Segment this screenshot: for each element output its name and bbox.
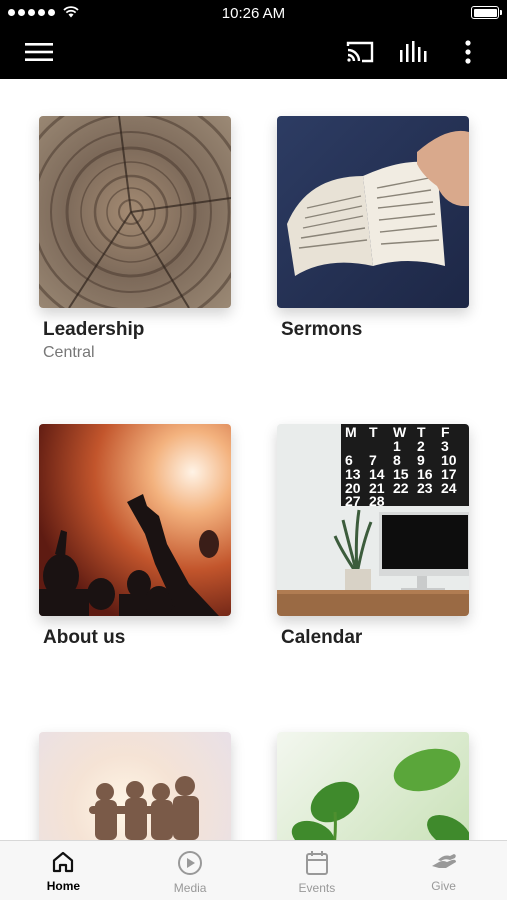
play-circle-icon	[178, 851, 203, 875]
tile-title: Calendar	[281, 627, 363, 648]
worship-concert-photo	[39, 424, 231, 616]
tile-calendar[interactable]: MTWTF 123 6 7 8 9 10 13 14 15 16 17 20 21 22 23 24 2…	[277, 424, 469, 649]
home-icon	[53, 851, 74, 873]
svg-text:22: 22	[393, 480, 409, 496]
more-options-button[interactable]	[456, 38, 480, 66]
menu-button[interactable]	[20, 38, 58, 66]
tile-title: Sermons	[281, 319, 363, 340]
tab-label: Events	[298, 881, 336, 895]
svg-text:28: 28	[369, 493, 385, 509]
tab-label: Home	[46, 879, 81, 893]
giving-hand-icon	[431, 854, 456, 868]
tree-rings-photo	[39, 116, 231, 308]
tile-sermons[interactable]: Sermons	[277, 116, 469, 341]
cast-button[interactable]	[343, 38, 377, 66]
hamburger-menu-icon	[25, 43, 53, 61]
calendar-icon	[305, 851, 328, 875]
audio-bars-icon	[400, 41, 427, 62]
open-bible-photo	[277, 116, 469, 308]
tile-subtitle: Central	[43, 344, 95, 361]
tab-label: Media	[173, 881, 207, 895]
tile-community[interactable]	[39, 732, 231, 840]
desk-calendar-photo: MTWTF 123 6 7 8 9 10 13 14 15 16 17 20 21 22 23 24 2…	[277, 424, 469, 616]
svg-text:23: 23	[417, 480, 433, 496]
battery-icon	[471, 6, 502, 19]
svg-text:T: T	[369, 424, 378, 440]
green-plant-photo	[277, 732, 469, 840]
friends-sunset-photo	[39, 732, 231, 840]
tile-about-us[interactable]: About us	[39, 424, 231, 649]
app-bar	[0, 26, 507, 79]
more-vertical-icon	[465, 40, 471, 64]
cast-icon	[346, 41, 374, 63]
tile-growth[interactable]	[277, 732, 469, 840]
svg-text:24: 24	[441, 480, 457, 496]
svg-text:M: M	[345, 424, 357, 440]
tab-media[interactable]: Media	[127, 841, 254, 900]
tile-title: About us	[43, 627, 126, 648]
content-grid: Leadership Central Sermons About us M T …	[0, 79, 507, 840]
audio-button[interactable]	[397, 38, 431, 66]
status-time: 10:26 AM	[221, 5, 286, 22]
tab-label: Give	[431, 879, 456, 893]
tile-leadership[interactable]: Leadership Central	[39, 116, 231, 362]
tab-events[interactable]: Events	[254, 841, 381, 900]
svg-text:27: 27	[345, 493, 361, 509]
status-bar: 10:26 AM	[0, 0, 507, 26]
tab-home[interactable]: Home	[0, 841, 127, 900]
bottom-tab-bar: Home Media Events Give	[0, 840, 507, 900]
tile-title: Leadership	[43, 319, 145, 340]
tab-give[interactable]: Give	[380, 841, 507, 900]
